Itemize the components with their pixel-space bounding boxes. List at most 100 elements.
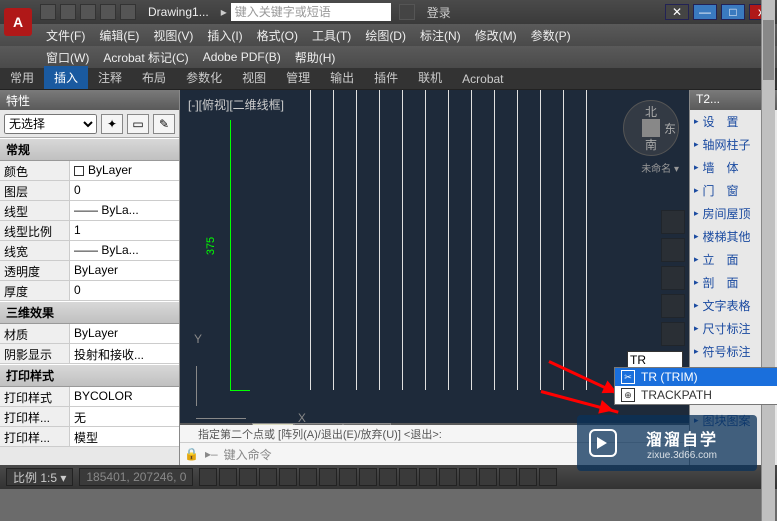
search-icon[interactable]	[399, 4, 415, 20]
nav-orbit-icon[interactable]	[661, 294, 685, 318]
menu-窗口(W)[interactable]: 窗口(W)	[40, 47, 95, 68]
prop-material-value[interactable]: ByLayer	[70, 324, 179, 343]
ribbon-tab-插件[interactable]: 插件	[364, 66, 408, 89]
navigation-bar[interactable]	[661, 210, 685, 346]
menu-工具(T)[interactable]: 工具(T)	[306, 25, 357, 46]
ribbon-tab-视图[interactable]: 视图	[232, 66, 276, 89]
login-link[interactable]: 登录	[427, 4, 451, 21]
ac-item-trim[interactable]: ✂TR (TRIM)	[615, 368, 777, 386]
status-toggle-16[interactable]	[519, 468, 537, 486]
menu-参数(P)[interactable]: 参数(P)	[525, 25, 577, 46]
prop-transparency-value[interactable]: ByLayer	[70, 261, 179, 280]
prop-layer-value[interactable]: 0	[70, 181, 179, 200]
prop-linetype-value[interactable]: —— ByLa...	[70, 201, 179, 220]
autocomplete-list[interactable]: ✂TR (TRIM) ⊕TRACKPATH	[614, 367, 777, 405]
prop-pstyle-value[interactable]: BYCOLOR	[70, 387, 179, 406]
status-toggle-4[interactable]	[279, 468, 297, 486]
menu-Acrobat 标记(C)[interactable]: Acrobat 标记(C)	[97, 47, 194, 68]
pickadd-icon[interactable]: ✎	[153, 114, 175, 134]
qat-redo-icon[interactable]	[120, 4, 136, 20]
compass-east[interactable]: 东	[664, 120, 676, 137]
nav-showmotion-icon[interactable]	[661, 322, 685, 346]
menu-帮助(H)[interactable]: 帮助(H)	[289, 47, 342, 68]
status-toggle-8[interactable]	[359, 468, 377, 486]
prop-color-value[interactable]: ByLayer	[70, 161, 179, 180]
prop-pstyle2-value[interactable]: 无	[70, 407, 179, 426]
prop-thickness-value[interactable]: 0	[70, 281, 179, 300]
nav-wheel-icon[interactable]	[661, 210, 685, 234]
ribbon-tab-Acrobat[interactable]: Acrobat	[452, 69, 513, 89]
status-toggle-10[interactable]	[399, 468, 417, 486]
status-toggle-15[interactable]	[499, 468, 517, 486]
nav-zoom-icon[interactable]	[661, 266, 685, 290]
quick-access-toolbar[interactable]	[40, 4, 136, 20]
menu-bar-2[interactable]: 窗口(W)Acrobat 标记(C)Adobe PDF(B)帮助(H)	[0, 46, 777, 68]
ribbon-tab-联机[interactable]: 联机	[408, 66, 452, 89]
prop-pstyle3-value[interactable]: 模型	[70, 427, 179, 446]
qat-save-icon[interactable]	[80, 4, 96, 20]
prop-lweight-value[interactable]: —— ByLa...	[70, 241, 179, 260]
menu-修改(M)[interactable]: 修改(M)	[469, 25, 523, 46]
status-toggle-13[interactable]	[459, 468, 477, 486]
menu-插入(I)[interactable]: 插入(I)	[201, 25, 248, 46]
status-toggle-7[interactable]	[339, 468, 357, 486]
status-toggle-11[interactable]	[419, 468, 437, 486]
quick-select-icon[interactable]: ✦	[101, 114, 123, 134]
menu-编辑(E)[interactable]: 编辑(E)	[93, 25, 145, 46]
qat-new-icon[interactable]	[40, 4, 56, 20]
selection-filter[interactable]: 无选择	[4, 114, 97, 134]
ac-item-trackpath[interactable]: ⊕TRACKPATH	[615, 386, 777, 404]
ribbon-tab-插入[interactable]: 插入	[44, 66, 88, 89]
properties-scrollbar[interactable]	[761, 0, 775, 521]
menu-Adobe PDF(B)[interactable]: Adobe PDF(B)	[197, 48, 287, 66]
command-prompt[interactable]: 键入命令	[224, 446, 272, 463]
status-toggle-2[interactable]	[239, 468, 257, 486]
status-toggle-5[interactable]	[299, 468, 317, 486]
drawing-canvas[interactable]: [-][俯视][二维线框] 375 北 南 东 未命名 ▾ Y X TR	[180, 90, 689, 465]
prop-shadow-value[interactable]: 投射和接收...	[70, 344, 179, 363]
ucs-name[interactable]: 未命名 ▾	[641, 160, 679, 175]
menu-bar[interactable]: 文件(F)编辑(E)视图(V)插入(I)格式(O)工具(T)绘图(D)标注(N)…	[0, 24, 777, 46]
status-toggle-6[interactable]	[319, 468, 337, 486]
ribbon-tab-布局[interactable]: 布局	[132, 66, 176, 89]
compass-north[interactable]: 北	[645, 103, 657, 120]
select-objects-icon[interactable]: ▭	[127, 114, 149, 134]
ribbon-tab-管理[interactable]: 管理	[276, 66, 320, 89]
qat-undo-icon[interactable]	[100, 4, 116, 20]
ribbon-tab-常用[interactable]: 常用	[0, 66, 44, 89]
status-toggle-17[interactable]	[539, 468, 557, 486]
qat-open-icon[interactable]	[60, 4, 76, 20]
menu-视图(V)[interactable]: 视图(V)	[147, 25, 199, 46]
menu-标注(N)[interactable]: 标注(N)	[414, 25, 467, 46]
minimize-button[interactable]: —	[693, 4, 717, 20]
cat-3d[interactable]: 三维效果	[0, 301, 179, 324]
status-toggle-12[interactable]	[439, 468, 457, 486]
status-scale[interactable]: 比例 1:5 ▾	[6, 468, 73, 486]
view-cube[interactable]: 北 南 东	[623, 100, 679, 156]
menu-绘图(D)[interactable]: 绘图(D)	[359, 25, 412, 46]
viewport-label[interactable]: [-][俯视][二维线框]	[188, 96, 284, 113]
view-cube-face[interactable]	[642, 119, 660, 137]
help-search-input[interactable]: 键入关键字或短语	[231, 3, 391, 21]
menu-格式(O)[interactable]: 格式(O)	[251, 25, 304, 46]
ribbon-tab-注释[interactable]: 注释	[88, 66, 132, 89]
ribbon-tab-输出[interactable]: 输出	[320, 66, 364, 89]
cat-print[interactable]: 打印样式	[0, 364, 179, 387]
nav-pan-icon[interactable]	[661, 238, 685, 262]
menu-文件(F)[interactable]: 文件(F)	[40, 25, 91, 46]
ribbon-tabs[interactable]: 常用插入注释布局参数化视图管理输出插件联机Acrobat	[0, 68, 777, 90]
status-toggle-3[interactable]	[259, 468, 277, 486]
cmd-lock-icon[interactable]: 🔒	[184, 447, 199, 461]
status-toggle-0[interactable]	[199, 468, 217, 486]
compass-south[interactable]: 南	[645, 136, 657, 153]
ribbon-tab-参数化[interactable]: 参数化	[176, 66, 232, 89]
cat-general[interactable]: 常规	[0, 138, 179, 161]
status-toggle-1[interactable]	[219, 468, 237, 486]
status-toggle-9[interactable]	[379, 468, 397, 486]
status-toggle-14[interactable]	[479, 468, 497, 486]
extra-x-icon[interactable]: ✕	[665, 4, 689, 20]
command-line[interactable]: 指定第二个点或 [阵列(A)/退出(E)/放弃(U)] <退出>: 🔒 ▸– 键…	[180, 443, 689, 465]
prop-ltscale-value[interactable]: 1	[70, 221, 179, 240]
status-toggles[interactable]	[199, 468, 557, 486]
maximize-button[interactable]: □	[721, 4, 745, 20]
